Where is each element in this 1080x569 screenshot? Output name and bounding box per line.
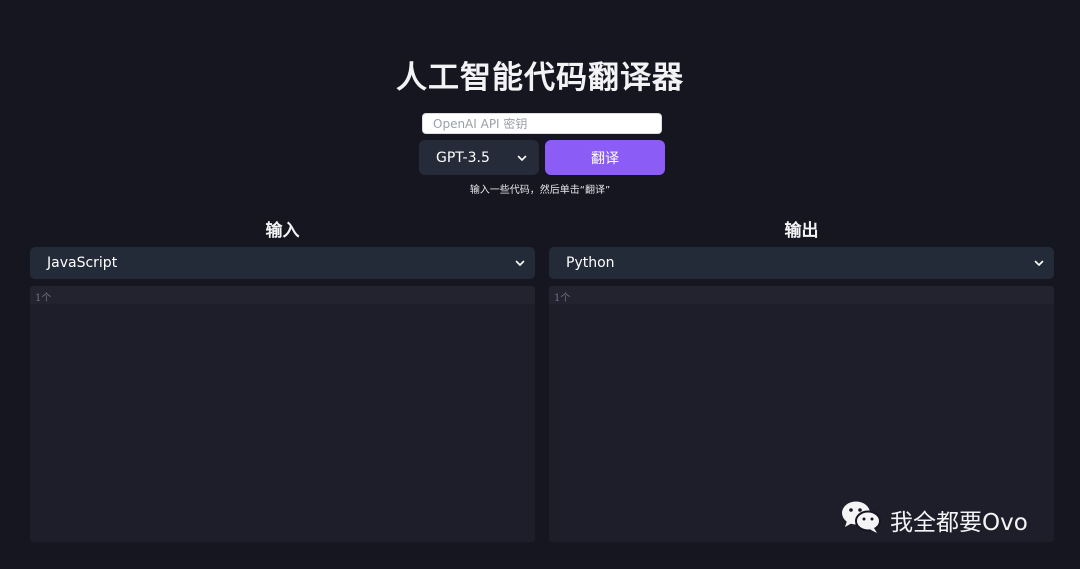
output-language-select[interactable]: Python	[549, 247, 1054, 279]
watermark: 我全都要Ovo	[840, 501, 1028, 539]
model-select-value: GPT-3.5	[436, 149, 490, 166]
model-select[interactable]: GPT-3.5	[419, 140, 539, 175]
output-panel-title: 输出	[784, 221, 819, 241]
input-line-number: 1个	[30, 286, 535, 304]
input-panel-title: 输入	[265, 221, 300, 241]
api-key-input[interactable]	[422, 113, 662, 134]
translate-button[interactable]: 翻译	[545, 140, 665, 175]
watermark-text: 我全都要Ovo	[890, 510, 1028, 536]
chevron-down-icon	[1032, 256, 1046, 270]
input-language-select[interactable]: JavaScript	[30, 247, 535, 279]
output-language-value: Python	[566, 255, 615, 271]
input-language-value: JavaScript	[47, 255, 118, 271]
chevron-down-icon	[515, 151, 529, 165]
output-line-number: 1个	[549, 286, 1054, 304]
wechat-icon	[840, 499, 882, 541]
chevron-down-icon	[513, 256, 527, 270]
input-code-editor[interactable]: 1个	[30, 286, 535, 542]
hint-text: 输入一些代码，然后单击“翻译”	[469, 185, 611, 196]
page-title: 人工智能代码翻译器	[396, 60, 684, 96]
